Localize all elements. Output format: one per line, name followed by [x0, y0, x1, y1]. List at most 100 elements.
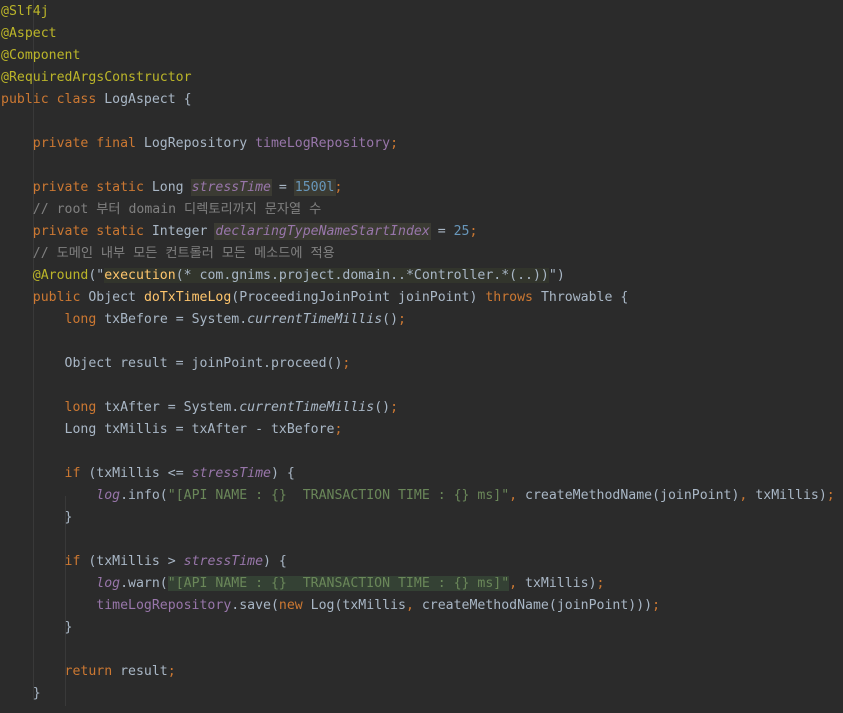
code-token: } — [1, 510, 73, 525]
code-token: , — [509, 488, 526, 503]
code-line[interactable]: @Around("execution(* com.gnims.project.d… — [1, 265, 565, 287]
code-token: () — [374, 400, 391, 415]
code-token: ; — [826, 488, 835, 503]
code-token: ; — [390, 400, 399, 415]
code-line[interactable]: private static Long stressTime = 1500l; — [1, 177, 342, 199]
code-token: ; — [596, 576, 605, 591]
code-token: ; — [342, 356, 351, 371]
code-token: 1500l — [294, 180, 335, 195]
code-token: Integer — [143, 224, 216, 239]
code-token: result — [112, 664, 168, 679]
code-line[interactable]: log.warn("[API NAME : {} TRANSACTION TIM… — [1, 573, 604, 595]
code-token: ; — [469, 224, 478, 239]
code-token: return — [64, 664, 113, 679]
code-token: private static — [32, 180, 144, 195]
code-token: Object — [80, 290, 144, 305]
code-line[interactable]: if (txMillis > stressTime) { — [1, 551, 287, 573]
code-token: ") — [548, 268, 565, 283]
code-token: (" — [88, 268, 105, 283]
code-token: stressTime — [191, 466, 271, 481]
code-token: () — [382, 312, 399, 327]
code-token: currentTimeMillis — [239, 400, 375, 415]
code-line[interactable]: Object result = joinPoint.proceed(); — [1, 353, 351, 375]
code-line[interactable]: public class LogAspect { — [1, 89, 192, 111]
code-token: Object result = joinPoint.proceed() — [1, 356, 343, 371]
code-token: @Slf4j — [1, 4, 49, 19]
code-token: private final — [32, 136, 136, 151]
code-line[interactable]: long txBefore = System.currentTimeMillis… — [1, 309, 406, 331]
code-line[interactable]: if (txMillis <= stressTime) { — [1, 463, 295, 485]
code-token: public class — [1, 92, 97, 107]
code-token: , — [739, 488, 756, 503]
code-token: doTxTimeLog — [143, 290, 232, 305]
code-token: createMethodName(joinPoint) — [525, 488, 740, 503]
code-token: Throwable { — [533, 290, 629, 305]
code-token: ; — [334, 180, 343, 195]
code-token: createMethodName(joinPoint))) — [421, 598, 653, 613]
code-token: timeLogRepository — [255, 136, 391, 151]
code-line[interactable]: log.info("[API NAME : {} TRANSACTION TIM… — [1, 485, 835, 507]
code-line[interactable]: public Object doTxTimeLog(ProceedingJoin… — [1, 287, 629, 309]
code-token: } — [1, 620, 73, 635]
code-token: "[API NAME : {} TRANSACTION TIME : {} ms… — [167, 488, 510, 503]
code-token: execution — [104, 268, 176, 283]
code-token: // root 부터 domain 디렉토리까지 문자열 수 — [1, 202, 322, 217]
code-line[interactable]: } — [1, 683, 41, 705]
code-token: @Aspect — [1, 26, 57, 41]
code-token: ; — [167, 664, 176, 679]
code-token: long — [64, 400, 97, 415]
code-line[interactable]: long txAfter = System.currentTimeMillis(… — [1, 397, 399, 419]
code-token: LogRepository — [135, 136, 256, 151]
code-line[interactable]: @Component — [1, 45, 80, 67]
code-token: if — [64, 554, 81, 569]
code-line[interactable]: private static Integer declaringTypeName… — [1, 221, 477, 243]
code-line[interactable]: @Aspect — [1, 23, 57, 45]
code-token: throws — [485, 290, 533, 305]
code-line[interactable]: // 도메인 내부 모든 컨트롤러 모든 메소드에 적용 — [1, 243, 335, 265]
code-line[interactable]: Long txMillis = txAfter - txBefore; — [1, 419, 343, 441]
code-token: ) { — [263, 554, 287, 569]
code-token: stressTime — [183, 554, 264, 569]
code-token: (txMillis > — [80, 554, 184, 569]
code-token: timeLogRepository — [96, 598, 232, 613]
code-token: (ProceedingJoinPoint joinPoint) — [231, 290, 486, 305]
code-token: log — [96, 576, 121, 591]
code-line[interactable]: } — [1, 507, 73, 529]
code-token: txMillis) — [525, 576, 597, 591]
code-token: .info( — [120, 488, 168, 503]
code-token: = — [429, 224, 454, 239]
code-token: Log(txMillis — [302, 598, 406, 613]
code-line[interactable]: @Slf4j — [1, 1, 49, 23]
code-token: ; — [652, 598, 661, 613]
code-token: ; — [334, 422, 343, 437]
code-line[interactable]: } — [1, 617, 73, 639]
code-token: log — [96, 488, 121, 503]
code-token: currentTimeMillis — [247, 312, 383, 327]
code-token: new — [278, 598, 303, 613]
code-line[interactable]: return result; — [1, 661, 176, 683]
code-token: txMillis) — [755, 488, 827, 503]
code-token: 25 — [453, 224, 470, 239]
code-token: Long — [143, 180, 192, 195]
code-token: , — [509, 576, 526, 591]
code-token: ; — [398, 312, 406, 327]
code-line[interactable]: private final LogRepository timeLogRepos… — [1, 133, 398, 155]
code-token: declaringTypeNameStartIndex — [215, 224, 430, 239]
code-line[interactable]: // root 부터 domain 디렉토리까지 문자열 수 — [1, 199, 322, 221]
code-line[interactable]: timeLogRepository.save(new Log(txMillis,… — [1, 595, 660, 617]
code-line[interactable]: @RequiredArgsConstructor — [1, 67, 192, 89]
code-editor[interactable]: @Slf4j @Aspect @Component @RequiredArgsCons… — [0, 0, 843, 713]
code-token: } — [1, 686, 41, 701]
code-token: if — [64, 466, 81, 481]
code-token: .save( — [231, 598, 279, 613]
